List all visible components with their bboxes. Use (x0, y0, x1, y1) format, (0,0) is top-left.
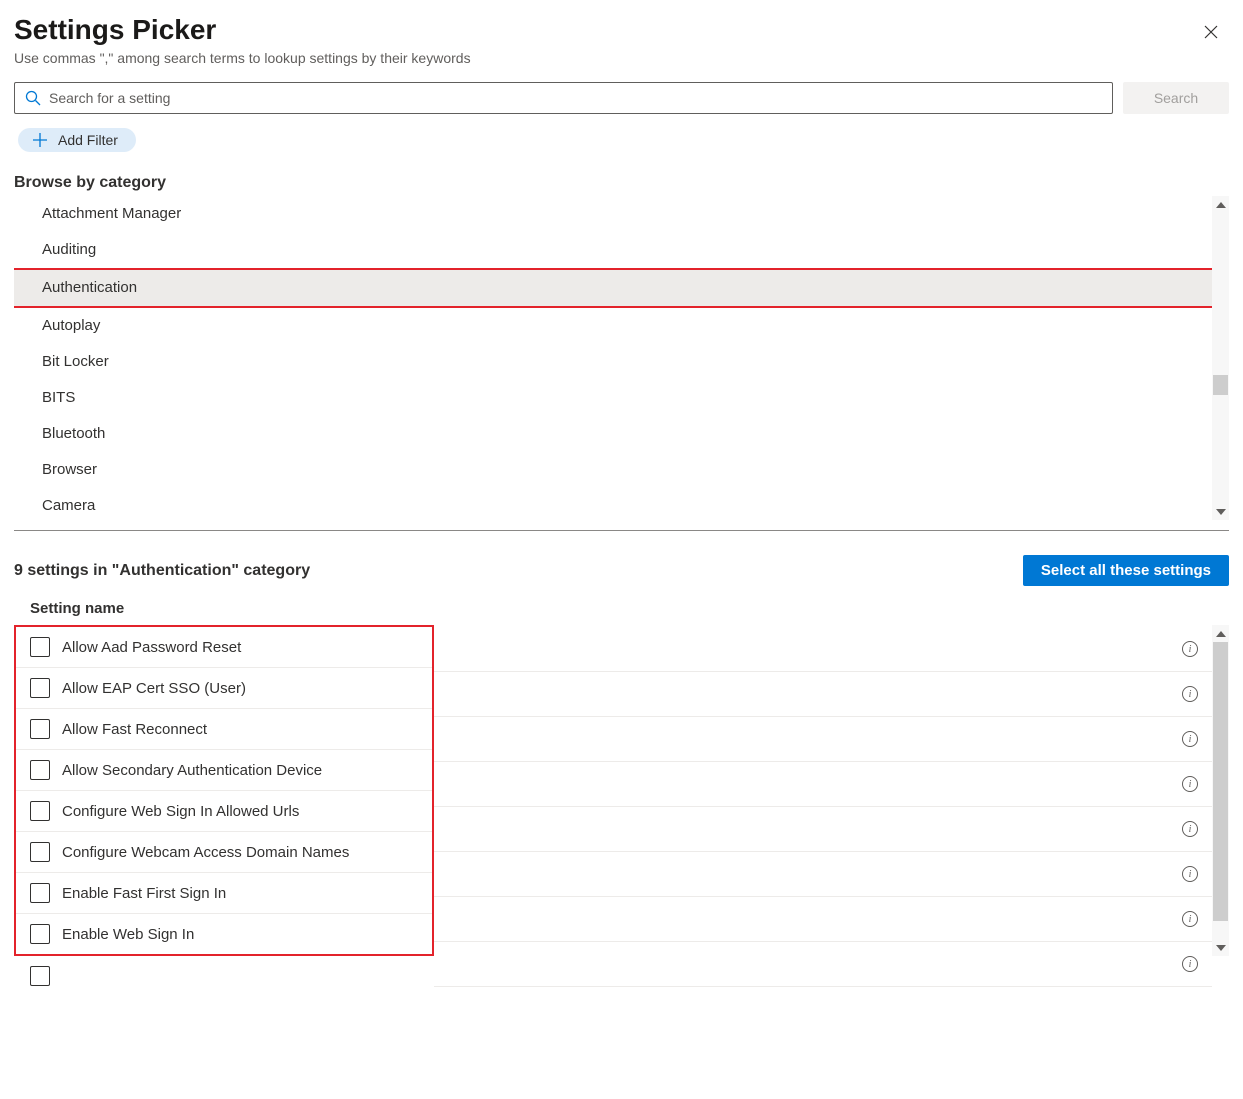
setting-row[interactable]: Enable Web Sign In (16, 914, 432, 954)
setting-label: Allow Secondary Authentication Device (62, 762, 322, 779)
info-icon[interactable]: i (1182, 821, 1198, 837)
category-item[interactable]: Bluetooth (14, 416, 1229, 452)
close-button[interactable] (1199, 20, 1223, 44)
info-row: i (434, 807, 1212, 852)
search-icon (25, 90, 41, 106)
info-row: i (434, 672, 1212, 717)
setting-label: Allow EAP Cert SSO (User) (62, 680, 246, 697)
add-filter-label: Add Filter (58, 132, 118, 148)
setting-label: Enable Fast First Sign In (62, 885, 226, 902)
info-icon[interactable]: i (1182, 776, 1198, 792)
setting-label: Allow Aad Password Reset (62, 639, 241, 656)
info-row: i (434, 852, 1212, 897)
setting-label: Enable Web Sign In (62, 926, 194, 943)
browse-heading: Browse by category (14, 174, 1229, 192)
setting-checkbox[interactable] (30, 842, 50, 862)
select-all-button[interactable]: Select all these settings (1023, 555, 1229, 586)
setting-checkbox[interactable] (30, 719, 50, 739)
scroll-down-arrow-icon[interactable] (1212, 939, 1229, 956)
setting-label: Configure Webcam Access Domain Names (62, 844, 349, 861)
info-icon[interactable]: i (1182, 641, 1198, 657)
page-title: Settings Picker (14, 14, 471, 46)
setting-checkbox[interactable] (30, 637, 50, 657)
plus-icon (32, 132, 48, 148)
setting-row[interactable]: Allow Secondary Authentication Device (16, 750, 432, 791)
setting-checkbox[interactable] (30, 883, 50, 903)
category-item[interactable]: Bit Locker (14, 344, 1229, 380)
scroll-track[interactable] (1212, 213, 1229, 503)
category-item[interactable]: Camera (14, 488, 1229, 520)
setting-row[interactable]: Configure Webcam Access Domain Names (16, 832, 432, 873)
info-icon[interactable]: i (1182, 686, 1198, 702)
category-scrollbar[interactable] (1212, 196, 1229, 520)
setting-label: Configure Web Sign In Allowed Urls (62, 803, 299, 820)
scroll-thumb[interactable] (1213, 375, 1228, 395)
setting-label: Allow Fast Reconnect (62, 721, 207, 738)
setting-checkbox[interactable] (30, 924, 50, 944)
setting-row[interactable]: Enable Fast First Sign In (16, 873, 432, 914)
category-item[interactable]: Autoplay (14, 308, 1229, 344)
info-icon[interactable]: i (1182, 911, 1198, 927)
category-item[interactable]: Authentication (14, 268, 1217, 308)
info-icon[interactable]: i (1182, 956, 1198, 972)
setting-row[interactable]: Allow EAP Cert SSO (User) (16, 668, 432, 709)
scroll-thumb[interactable] (1213, 642, 1228, 921)
category-item[interactable]: Attachment Manager (14, 196, 1229, 232)
setting-checkbox[interactable] (30, 801, 50, 821)
info-row: i (434, 627, 1212, 672)
page-subtitle: Use commas "," among search terms to loo… (14, 50, 471, 66)
category-item[interactable]: Browser (14, 452, 1229, 488)
setting-checkbox[interactable] (30, 966, 50, 986)
setting-name-header: Setting name (30, 600, 1229, 617)
category-item[interactable]: BITS (14, 380, 1229, 416)
add-filter-button[interactable]: Add Filter (18, 128, 136, 152)
setting-row[interactable]: Allow Aad Password Reset (16, 627, 432, 668)
info-row: i (434, 897, 1212, 942)
info-icon[interactable]: i (1182, 731, 1198, 747)
search-box[interactable] (14, 82, 1113, 114)
setting-checkbox[interactable] (30, 760, 50, 780)
info-row: i (434, 717, 1212, 762)
results-count: 9 settings in "Authentication" category (14, 562, 310, 580)
info-row: i (434, 942, 1212, 987)
setting-row[interactable]: Allow Fast Reconnect (16, 709, 432, 750)
setting-checkbox[interactable] (30, 678, 50, 698)
settings-list: Allow Aad Password Reset Allow EAP Cert S… (14, 625, 434, 956)
search-input[interactable] (41, 90, 1102, 106)
close-icon (1203, 24, 1219, 40)
scroll-up-arrow-icon[interactable] (1212, 625, 1229, 642)
setting-row[interactable]: Configure Web Sign In Allowed Urls (16, 791, 432, 832)
info-column: i i i i i i i i (434, 627, 1212, 987)
info-icon[interactable]: i (1182, 866, 1198, 882)
scroll-track[interactable] (1212, 642, 1229, 939)
settings-scrollbar[interactable] (1212, 625, 1229, 956)
category-list: Attachment ManagerAuditingAuthentication… (14, 196, 1229, 520)
category-item[interactable]: Auditing (14, 232, 1229, 268)
scroll-down-arrow-icon[interactable] (1212, 503, 1229, 520)
info-row: i (434, 762, 1212, 807)
search-button[interactable]: Search (1123, 82, 1229, 114)
scroll-up-arrow-icon[interactable] (1212, 196, 1229, 213)
